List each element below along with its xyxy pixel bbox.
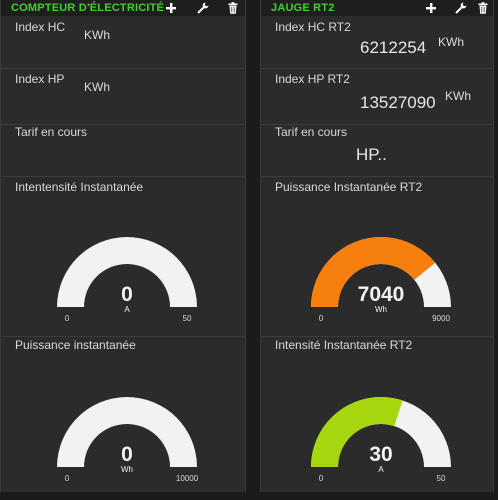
tarif-rt2-label: Tarif en cours (275, 125, 348, 139)
gauge-power-rt2-row: Puissance Instantanée RT2 7040 Wh 0 9000 (261, 176, 493, 337)
index-hc-label: Index HC (15, 20, 66, 34)
trash-icon[interactable] (226, 1, 240, 15)
gauge-value: 0 (121, 283, 133, 306)
index-hp-unit: KWh (84, 80, 111, 94)
electricity-meter-pane: COMPTEUR D'ÉLECTRICITÉ Index HC KWh Inde… (0, 0, 246, 492)
pane-title: COMPTEUR D'ÉLECTRICITÉ (11, 2, 165, 14)
gauge-power-row: Puissance instantanée 0 Wh 0 10000 (1, 336, 245, 492)
wrench-icon[interactable] (454, 1, 468, 15)
gauge-value: 7040 (358, 283, 405, 306)
trash-icon[interactable] (476, 1, 490, 15)
tarif-label: Tarif en cours (15, 125, 88, 139)
index-hc-rt2-unit: KWh (438, 35, 465, 49)
intensity-rt2-gauge: 30A 0 50 (311, 397, 451, 483)
gauge-min-label: 0 (319, 314, 324, 323)
gauge-max-label: 9000 (432, 314, 450, 323)
power-rt2-gauge: 7040Wh 0 9000 (311, 236, 451, 323)
gauge-max-label: 10000 (176, 474, 199, 483)
intensity-gauge: 0A0 50 (57, 237, 197, 323)
gauge-unit: A (378, 465, 384, 474)
gauge-min-label: 0 (65, 474, 70, 483)
index-hp-rt2-value: 13527090 (360, 93, 436, 112)
tarif-rt2-row: Tarif en cours HP.. (261, 124, 493, 177)
index-hp-row: Index HP KWh (1, 68, 245, 121)
index-hp-label: Index HP (15, 72, 65, 86)
index-hp-rt2-unit: KWh (445, 89, 472, 103)
gauge-max-label: 50 (437, 474, 446, 483)
pane-header: JAUGE RT2 (261, 0, 493, 16)
index-hc-rt2-label: Index HC RT2 (275, 20, 351, 34)
pane-title: JAUGE RT2 (271, 2, 335, 14)
gauge-max-label: 50 (183, 314, 192, 323)
index-hc-row: Index HC KWh (1, 16, 245, 68)
gauge-unit: A (124, 305, 130, 314)
plus-icon[interactable] (164, 1, 178, 15)
wrench-icon[interactable] (196, 1, 210, 15)
gauge-rt2-pane: JAUGE RT2 Index HC RT2 6212254 KWh Index… (260, 0, 494, 492)
gauge-value: 30 (369, 443, 392, 466)
gauge-unit: Wh (375, 305, 387, 314)
gauge-value: 0 (121, 443, 133, 466)
power-gauge: 0Wh0 10000 (57, 397, 199, 483)
pane-header: COMPTEUR D'ÉLECTRICITÉ (1, 0, 245, 16)
tarif-row: Tarif en cours (1, 124, 245, 177)
gauge-intensity-row: Intentensité Instantanée 0 A 0 50 (1, 176, 245, 337)
plus-icon[interactable] (424, 1, 438, 15)
index-hp-rt2-row: Index HP RT2 13527090 KWh (261, 68, 493, 121)
gauge-min-label: 0 (319, 474, 324, 483)
gauge-min-label: 0 (65, 314, 70, 323)
index-hp-rt2-label: Index HP RT2 (275, 72, 350, 86)
gauge-unit: Wh (121, 465, 133, 474)
tarif-rt2-value: HP.. (356, 145, 387, 164)
index-hc-unit: KWh (84, 28, 111, 42)
index-hc-rt2-value: 6212254 (360, 38, 427, 57)
index-hc-rt2-row: Index HC RT2 6212254 KWh (261, 16, 493, 68)
gauge-intensity-rt2-row: Intensité Instantanée RT2 30 A 0 50 (261, 336, 493, 492)
